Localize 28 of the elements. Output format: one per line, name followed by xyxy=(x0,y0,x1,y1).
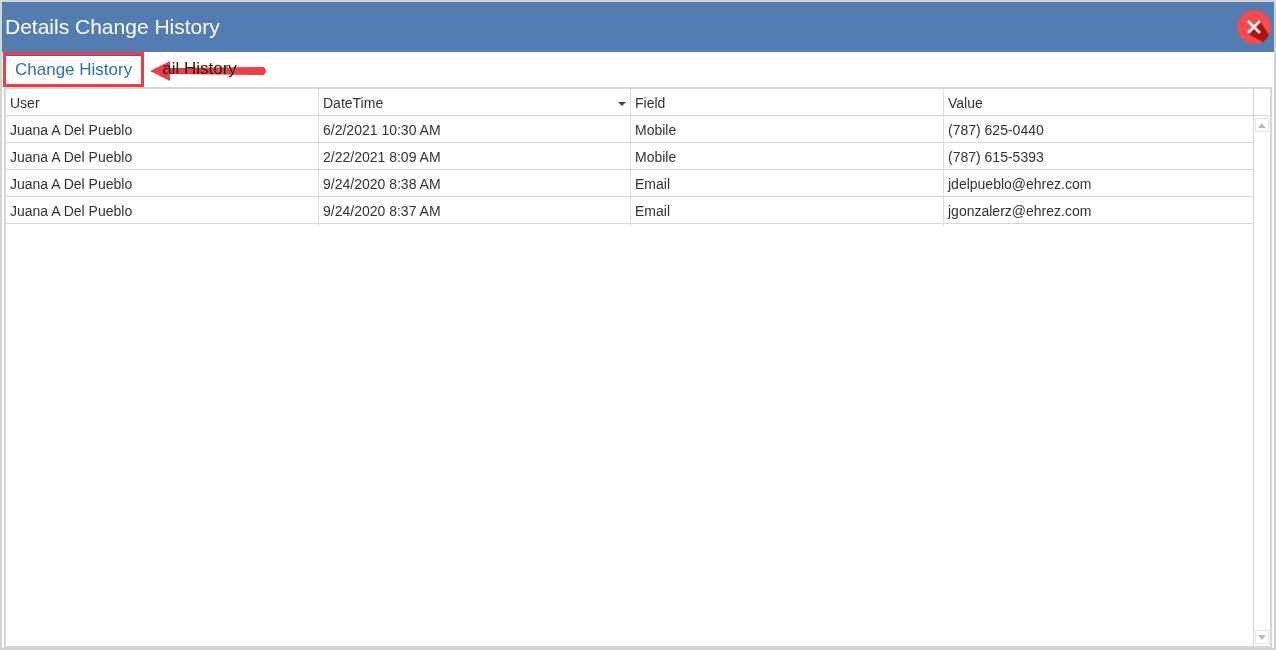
table-cell: 6/2/2021 10:30 AM xyxy=(318,116,630,145)
scroll-up-button[interactable] xyxy=(1255,118,1269,132)
table-cell: Mobile xyxy=(630,116,943,145)
table-cell: Email xyxy=(630,170,943,199)
sort-caret-icon xyxy=(618,101,626,106)
table-cell: jdelpueblo@ehrez.com xyxy=(943,170,1253,199)
table-cell-text: Juana A Del Pueblo xyxy=(9,202,134,221)
scroll-down-button[interactable] xyxy=(1255,630,1269,644)
table-cell: 2/22/2021 8:09 AM xyxy=(318,143,630,172)
table-cell: 9/24/2020 8:38 AM xyxy=(318,170,630,199)
up-triangle-icon xyxy=(1258,122,1266,128)
column-header[interactable]: Field xyxy=(630,89,943,118)
down-triangle-icon xyxy=(1258,634,1266,640)
column-header[interactable]: Value xyxy=(943,89,1253,118)
table-cell-text: Juana A Del Pueblo xyxy=(9,121,134,140)
table-cell: (787) 625-0440 xyxy=(943,116,1253,145)
table-cell-text: Juana A Del Pueblo xyxy=(9,175,134,194)
column-header[interactable]: DateTime xyxy=(318,89,630,118)
table-cell: Email xyxy=(630,197,943,226)
table-cell: (787) 615-5393 xyxy=(943,143,1253,172)
table-cell-text: Juana A Del Pueblo xyxy=(9,148,134,167)
window-title: Details Change History xyxy=(5,14,220,41)
close-icon[interactable] xyxy=(1236,9,1272,45)
table-cell: 9/24/2020 8:37 AM xyxy=(318,197,630,226)
column-header[interactable]: User xyxy=(6,89,318,118)
tab[interactable]: Change History xyxy=(5,54,143,85)
table-cell: Mobile xyxy=(630,143,943,172)
table-cell: jgonzalerz@ehrez.com xyxy=(943,197,1253,226)
